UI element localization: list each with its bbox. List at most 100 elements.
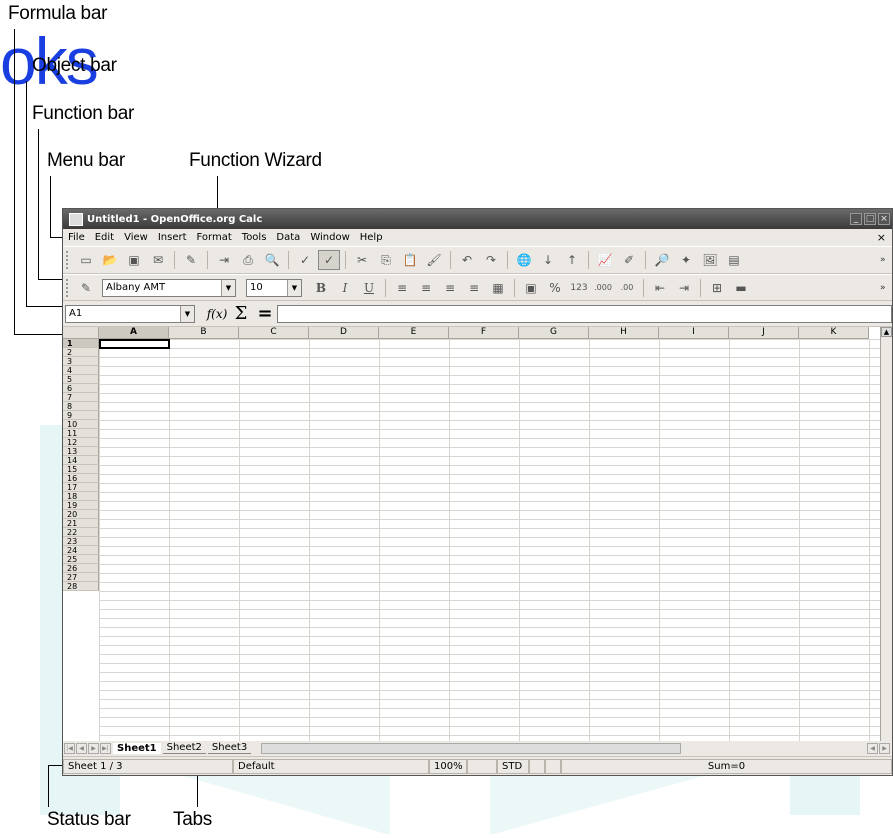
- row-header[interactable]: 22: [63, 528, 99, 537]
- row-header[interactable]: 23: [63, 537, 99, 546]
- row-header[interactable]: 27: [63, 573, 99, 582]
- column-header[interactable]: D: [309, 327, 379, 339]
- cut-icon[interactable]: ✂: [351, 250, 373, 270]
- column-header[interactable]: C: [239, 327, 309, 339]
- edit-file-icon[interactable]: ✎: [180, 250, 202, 270]
- row-header[interactable]: 10: [63, 420, 99, 429]
- row-header[interactable]: 4: [63, 366, 99, 375]
- status-page-style[interactable]: Default: [233, 758, 429, 774]
- function-wizard-button[interactable]: f(x): [205, 307, 229, 321]
- row-header[interactable]: 20: [63, 510, 99, 519]
- export-pdf-icon[interactable]: ⇥: [213, 250, 235, 270]
- toolbar-overflow-icon[interactable]: »: [880, 255, 890, 265]
- name-box[interactable]: A1 ▼: [65, 304, 195, 323]
- cell-area[interactable]: [99, 339, 880, 741]
- row-header[interactable]: 16: [63, 474, 99, 483]
- row-header[interactable]: 9: [63, 411, 99, 420]
- close-window-button[interactable]: ×: [878, 213, 890, 225]
- menu-help[interactable]: Help: [355, 232, 388, 243]
- column-header[interactable]: E: [379, 327, 449, 339]
- save-icon[interactable]: ▣: [123, 250, 145, 270]
- status-selection-mode[interactable]: STD: [497, 758, 529, 774]
- borders-icon[interactable]: ⊞: [706, 278, 728, 298]
- row-header[interactable]: 24: [63, 546, 99, 555]
- toolbar-handle[interactable]: [66, 251, 70, 269]
- menu-edit[interactable]: Edit: [90, 232, 119, 243]
- sort-ascending-icon[interactable]: ↓: [537, 250, 559, 270]
- vertical-scrollbar[interactable]: ▲: [880, 327, 892, 741]
- row-header[interactable]: 18: [63, 492, 99, 501]
- chevron-down-icon[interactable]: ▼: [180, 305, 194, 322]
- paste-icon[interactable]: 📋: [399, 250, 421, 270]
- new-document-icon[interactable]: ▭: [75, 250, 97, 270]
- undo-icon[interactable]: ↶: [456, 250, 478, 270]
- font-name-combo[interactable]: Albany AMT ▼: [102, 278, 236, 297]
- spellcheck-icon[interactable]: ✓: [294, 250, 316, 270]
- autospellcheck-icon[interactable]: ✓: [318, 250, 340, 270]
- print-icon[interactable]: ⎙: [237, 250, 259, 270]
- align-left-icon[interactable]: ≡: [391, 278, 413, 298]
- navigator-icon[interactable]: ✦: [675, 250, 697, 270]
- row-header[interactable]: 17: [63, 483, 99, 492]
- open-icon[interactable]: 📂: [99, 250, 121, 270]
- next-sheet-icon[interactable]: ▶: [88, 742, 99, 754]
- column-header[interactable]: A: [99, 327, 169, 339]
- chevron-down-icon[interactable]: ▼: [221, 279, 235, 296]
- menu-insert[interactable]: Insert: [153, 232, 192, 243]
- row-header[interactable]: 7: [63, 393, 99, 402]
- sheet-tab-3[interactable]: Sheet3: [207, 742, 252, 754]
- prev-sheet-icon[interactable]: ◀: [76, 742, 87, 754]
- scroll-left-icon[interactable]: ◀: [867, 742, 878, 754]
- gallery-icon[interactable]: 🖼: [699, 250, 721, 270]
- function-button[interactable]: =: [253, 303, 277, 324]
- column-header[interactable]: G: [519, 327, 589, 339]
- row-header[interactable]: 1: [63, 339, 99, 348]
- justify-icon[interactable]: ≡: [463, 278, 485, 298]
- align-center-icon[interactable]: ≡: [415, 278, 437, 298]
- column-header[interactable]: J: [729, 327, 799, 339]
- find-replace-icon[interactable]: 🔎: [651, 250, 673, 270]
- currency-icon[interactable]: ▣: [520, 278, 542, 298]
- status-zoom[interactable]: 100%: [429, 758, 467, 774]
- row-header[interactable]: 8: [63, 402, 99, 411]
- chevron-down-icon[interactable]: ▼: [287, 279, 301, 296]
- data-sources-icon[interactable]: ▤: [723, 250, 745, 270]
- row-header[interactable]: 14: [63, 456, 99, 465]
- column-header[interactable]: H: [589, 327, 659, 339]
- row-header[interactable]: 15: [63, 465, 99, 474]
- select-all-corner[interactable]: [63, 327, 99, 339]
- menu-view[interactable]: View: [119, 232, 153, 243]
- row-header[interactable]: 3: [63, 357, 99, 366]
- redo-icon[interactable]: ↷: [480, 250, 502, 270]
- italic-button[interactable]: I: [334, 278, 356, 298]
- font-size-combo[interactable]: 10 ▼: [246, 278, 302, 297]
- formula-input[interactable]: [277, 304, 892, 323]
- email-icon[interactable]: ✉: [147, 250, 169, 270]
- merge-cells-icon[interactable]: ▦: [487, 278, 509, 298]
- delete-decimal-button[interactable]: .00: [616, 278, 638, 298]
- horizontal-scrollbar[interactable]: [261, 742, 682, 754]
- close-document-button[interactable]: ×: [877, 231, 886, 244]
- bold-button[interactable]: B: [310, 278, 332, 298]
- copy-icon[interactable]: ⎘: [375, 250, 397, 270]
- row-header[interactable]: 5: [63, 375, 99, 384]
- sheet-tab-2[interactable]: Sheet2: [162, 742, 206, 754]
- clone-format-icon[interactable]: 🖌: [423, 250, 445, 270]
- align-right-icon[interactable]: ≡: [439, 278, 461, 298]
- row-header[interactable]: 21: [63, 519, 99, 528]
- toolbar-handle[interactable]: [66, 278, 70, 297]
- column-header[interactable]: I: [659, 327, 729, 339]
- draw-functions-icon[interactable]: ✐: [618, 250, 640, 270]
- menu-data[interactable]: Data: [271, 232, 305, 243]
- row-header[interactable]: 12: [63, 438, 99, 447]
- row-header[interactable]: 11: [63, 429, 99, 438]
- increase-indent-icon[interactable]: ⇥: [673, 278, 695, 298]
- first-sheet-icon[interactable]: |◀: [64, 742, 75, 754]
- underline-button[interactable]: U: [358, 278, 380, 298]
- chart-icon[interactable]: 📈: [594, 250, 616, 270]
- maximize-button[interactable]: □: [864, 213, 876, 225]
- print-preview-icon[interactable]: 🔍: [261, 250, 283, 270]
- last-sheet-icon[interactable]: ▶|: [100, 742, 111, 754]
- menu-tools[interactable]: Tools: [237, 232, 272, 243]
- row-header[interactable]: 6: [63, 384, 99, 393]
